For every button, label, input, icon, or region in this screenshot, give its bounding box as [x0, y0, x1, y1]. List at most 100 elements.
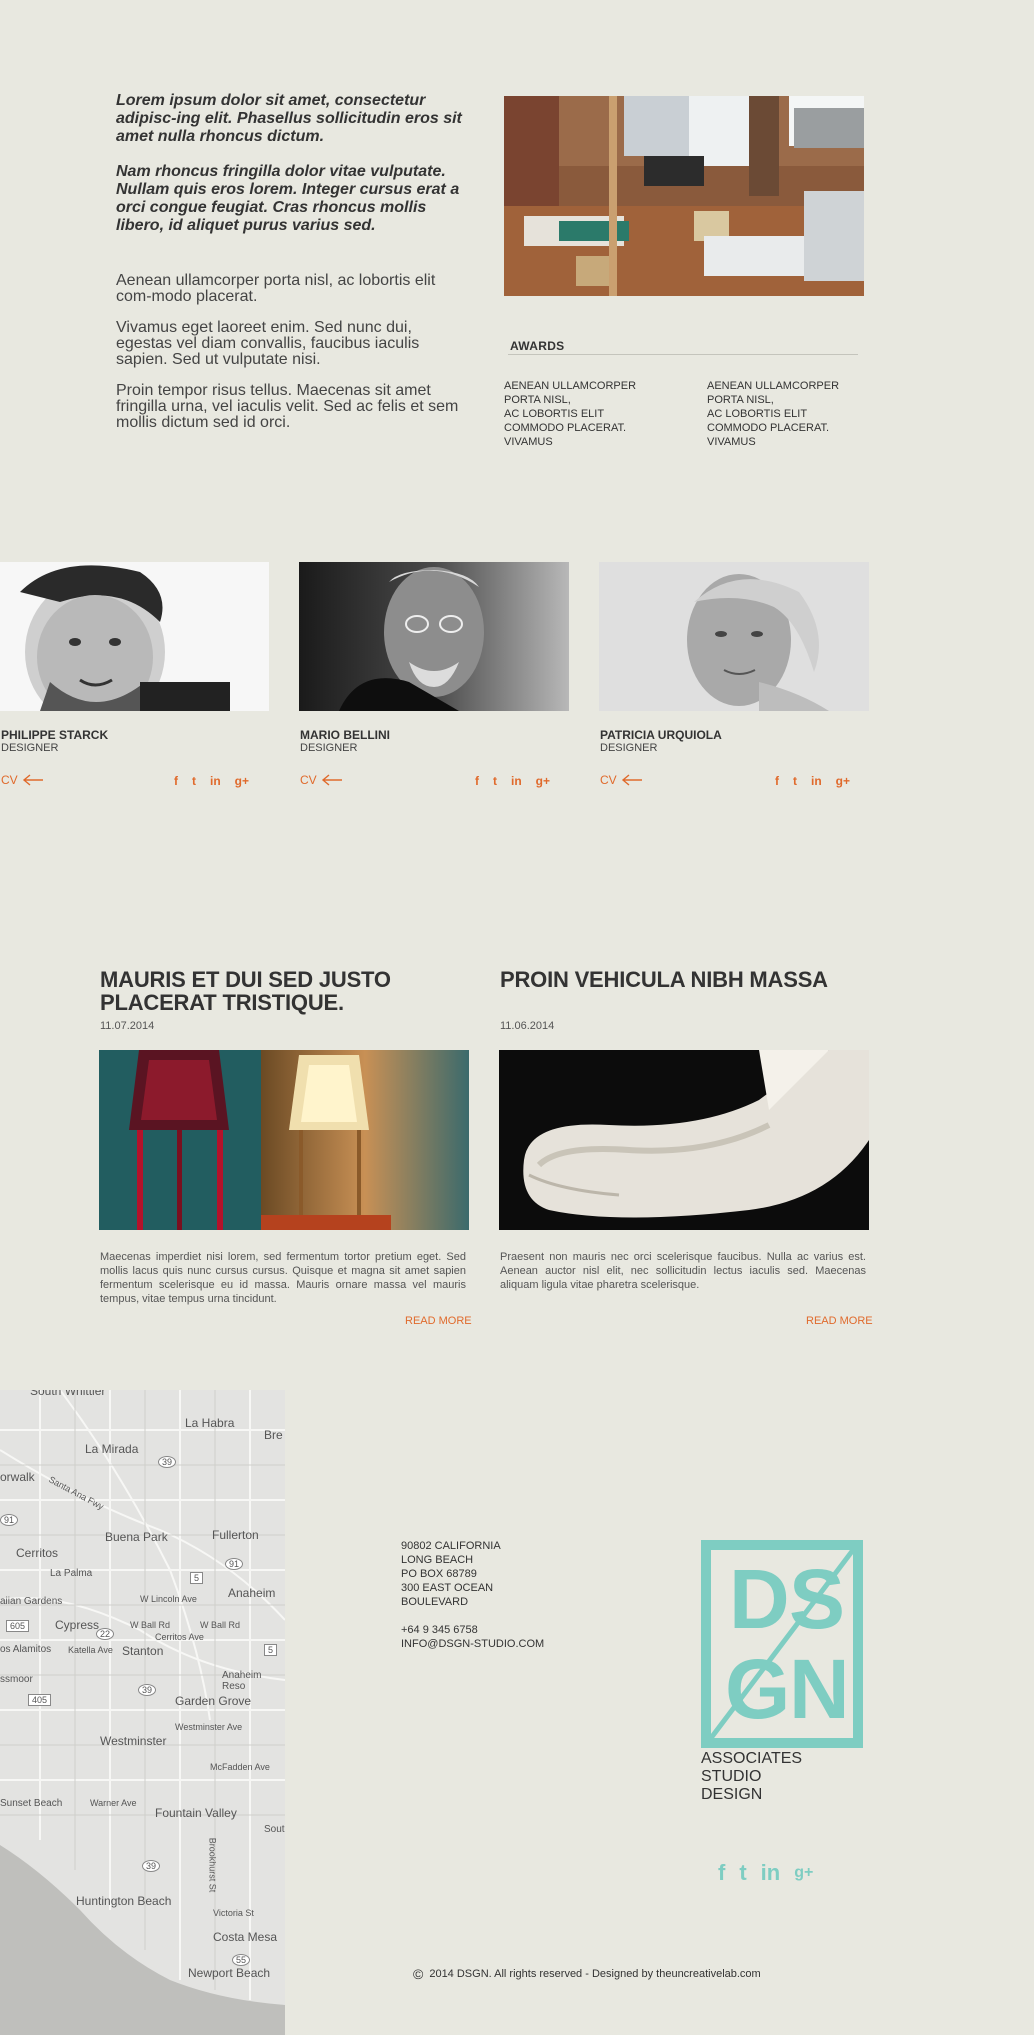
- read-more-link[interactable]: READ MORE: [806, 1315, 873, 1327]
- location-map[interactable]: South Whittier La Habra La Mirada orwalk…: [0, 1390, 285, 2035]
- footer-socials: f t in g+: [718, 1862, 813, 1884]
- member-photo: [0, 562, 269, 711]
- map-label: orwalk: [0, 1470, 35, 1484]
- tagline-line: STUDIO: [701, 1768, 762, 1785]
- email-link[interactable]: INFO@DSGN-STUDIO.COM: [401, 1637, 581, 1651]
- map-label: Cerritos: [16, 1546, 59, 1560]
- awards-title: AWARDS: [510, 339, 565, 353]
- map-label: Bre: [264, 1428, 283, 1442]
- facebook-icon[interactable]: f: [475, 775, 479, 787]
- highway-shield: 39: [142, 1860, 161, 1872]
- map-label: os Alamitos: [0, 1644, 52, 1655]
- map-label: La Mirada: [85, 1442, 139, 1456]
- phone-number[interactable]: +64 9 345 6758: [401, 1623, 581, 1637]
- google-plus-icon[interactable]: g+: [794, 1865, 813, 1881]
- map-label: Santa Ana Fwy: [47, 1474, 106, 1512]
- facebook-icon[interactable]: f: [174, 775, 178, 787]
- award-line: AENEAN ULLAMCORPER PORTA NISL,: [707, 380, 840, 406]
- dsgn-logo[interactable]: D S G N: [701, 1540, 863, 1748]
- highway-shield: 91: [0, 1514, 19, 1526]
- map-label: W Lincoln Ave: [140, 1594, 197, 1604]
- map-label: Costa Mesa: [213, 1930, 278, 1944]
- logo-letter: G: [725, 1642, 791, 1736]
- map-label: Fountain Valley: [155, 1806, 237, 1820]
- awards-divider: [508, 354, 858, 355]
- map-label: Huntington Beach: [76, 1894, 172, 1908]
- post-image[interactable]: [99, 1050, 469, 1230]
- award-line: AC LOBORTIS ELIT: [707, 408, 808, 420]
- member-photo: [599, 562, 869, 711]
- twitter-icon[interactable]: t: [493, 775, 497, 787]
- post-date: 11.07.2014: [100, 1020, 155, 1032]
- highway-shield: 405: [28, 1694, 52, 1706]
- google-plus-icon[interactable]: g+: [836, 775, 850, 787]
- map-label: Anaheim: [228, 1586, 276, 1600]
- office-photo: [504, 96, 864, 296]
- google-plus-icon[interactable]: g+: [235, 775, 249, 787]
- google-plus-icon[interactable]: g+: [536, 775, 550, 787]
- copyright-icon: ©: [413, 1966, 424, 1982]
- map-label: Sout: [264, 1824, 285, 1835]
- post-image[interactable]: [499, 1050, 869, 1230]
- linkedin-icon[interactable]: in: [511, 775, 522, 787]
- twitter-icon[interactable]: t: [739, 1862, 746, 1884]
- linkedin-icon[interactable]: in: [811, 775, 822, 787]
- post-title[interactable]: MAURIS ET DUI SED JUSTO PLACERAT TRISTIQ…: [100, 968, 480, 1014]
- map-label: Fullerton: [212, 1528, 259, 1542]
- arrow-left-icon: [621, 774, 642, 786]
- highway-shield: 39: [138, 1684, 157, 1696]
- map-label: Anaheim Reso: [222, 1670, 262, 1692]
- post-excerpt: Maecenas imperdiet nisi lorem, sed ferme…: [100, 1251, 466, 1305]
- member-name: MARIO BELLINI: [300, 728, 390, 742]
- cv-label: CV: [600, 773, 617, 787]
- intro-body-paragraph: Aenean ullamcorper porta nisl, ac lobort…: [116, 272, 436, 305]
- map-label: Westminster Ave: [175, 1722, 243, 1732]
- member-role: DESIGNER: [300, 742, 358, 754]
- map-label: Stanton: [122, 1644, 164, 1658]
- linkedin-icon[interactable]: in: [761, 1862, 781, 1884]
- arrow-left-icon: [22, 774, 43, 786]
- awards-column: AENEAN ULLAMCORPER PORTA NISL, AC LOBORT…: [707, 379, 877, 449]
- map-label: Westminster: [100, 1734, 167, 1748]
- post-excerpt: Praesent non mauris nec orci scelerisque…: [500, 1251, 866, 1291]
- highway-shield: 91: [225, 1558, 244, 1570]
- award-line: AC LOBORTIS ELIT: [504, 408, 605, 420]
- intro-body-paragraph: Proin tempor risus tellus. Maecenas sit …: [116, 382, 459, 431]
- map-label: Cypress: [55, 1618, 100, 1632]
- member-role: DESIGNER: [600, 742, 658, 754]
- highway-shield: 5: [264, 1644, 278, 1656]
- map-label: Warner Ave: [90, 1798, 137, 1808]
- map-label: ssmoor: [0, 1674, 33, 1685]
- post-title[interactable]: PROIN VEHICULA NIBH MASSA: [500, 968, 880, 991]
- intro-italic-paragraph: Lorem ipsum dolor sit amet, consectetur …: [116, 92, 462, 145]
- member-name: PHILIPPE STARCK: [1, 728, 109, 742]
- map-label: W Ball Rd: [200, 1620, 241, 1630]
- award-line: VIVAMUS: [707, 436, 756, 448]
- map-label: McFadden Ave: [210, 1762, 270, 1772]
- facebook-icon[interactable]: f: [775, 775, 779, 787]
- tagline-line: DESIGN: [701, 1786, 763, 1803]
- intro-italic-paragraph: Nam rhoncus fringilla dolor vitae vulput…: [116, 163, 460, 234]
- address-line: LONG BEACH: [401, 1554, 474, 1566]
- award-line: COMMODO PLACERAT.: [504, 422, 627, 434]
- cv-link[interactable]: CV: [600, 773, 643, 787]
- intro-body-text: Aenean ullamcorper porta nisl, ac lobort…: [116, 273, 466, 446]
- map-label: Cerritos Ave: [155, 1632, 204, 1642]
- map-label: Buena Park: [105, 1530, 168, 1544]
- member-role: DESIGNER: [1, 742, 59, 754]
- intro-body-paragraph: Vivamus eget laoreet enim. Sed nunc dui,…: [116, 319, 420, 368]
- award-line: COMMODO PLACERAT.: [707, 422, 830, 434]
- read-more-link[interactable]: READ MORE: [405, 1315, 472, 1327]
- member-socials: f t in g+: [174, 775, 249, 787]
- map-label: W Ball Rd: [130, 1620, 171, 1630]
- arrow-left-icon: [321, 774, 342, 786]
- address-line: PO BOX 68789: [401, 1568, 477, 1580]
- cv-link[interactable]: CV: [300, 773, 343, 787]
- logo-letter: N: [789, 1642, 850, 1736]
- twitter-icon[interactable]: t: [793, 775, 797, 787]
- twitter-icon[interactable]: t: [192, 775, 196, 787]
- facebook-icon[interactable]: f: [718, 1862, 725, 1884]
- copyright: © 2014 DSGN. All rights reserved - Desig…: [413, 1966, 761, 1982]
- cv-link[interactable]: CV: [1, 773, 44, 787]
- linkedin-icon[interactable]: in: [210, 775, 221, 787]
